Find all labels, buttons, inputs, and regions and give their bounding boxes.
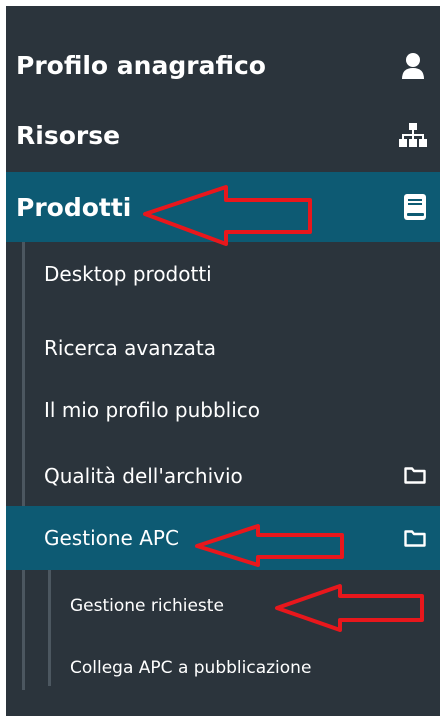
menu-item-collega-apc-pubblicazione[interactable]: Collega APC a pubblicazione [6, 636, 440, 700]
annotation-arrow-gestione-richieste [275, 584, 424, 632]
sidebar-menu: Profilo anagrafico Risorse Prodotti Desk… [6, 6, 440, 716]
menu-item-risorse[interactable]: Risorse [6, 100, 440, 170]
sitemap-icon [399, 123, 427, 147]
menu-item-desktop-prodotti[interactable]: Desktop prodotti [6, 242, 440, 306]
annotation-arrow-gestione-apc [195, 524, 344, 567]
menu-item-il-mio-profilo-pubblico[interactable]: Il mio profilo pubblico [6, 378, 440, 442]
menu-item-label: Il mio profilo pubblico [44, 398, 261, 422]
menu-item-label: Prodotti [16, 192, 132, 222]
menu-item-ricerca-avanzata[interactable]: Ricerca avanzata [6, 316, 440, 380]
annotation-arrow-prodotti [143, 185, 312, 246]
menu-item-label: Collega APC a pubblicazione [70, 658, 312, 678]
menu-item-label: Gestione richieste [70, 596, 224, 616]
menu-item-label: Qualità dell'archivio [44, 464, 243, 488]
menu-item-label: Profilo anagrafico [16, 50, 266, 80]
user-icon [402, 53, 424, 79]
book-icon [404, 194, 426, 220]
menu-item-label: Gestione APC [44, 526, 179, 550]
menu-item-qualita-archivio[interactable]: Qualità dell'archivio [6, 444, 440, 508]
menu-item-label: Desktop prodotti [44, 262, 212, 286]
folder-icon [404, 530, 426, 547]
menu-item-label: Risorse [16, 120, 121, 150]
menu-item-label: Ricerca avanzata [44, 336, 217, 360]
menu-item-profilo-anagrafico[interactable]: Profilo anagrafico [6, 30, 440, 100]
folder-icon [404, 467, 426, 484]
